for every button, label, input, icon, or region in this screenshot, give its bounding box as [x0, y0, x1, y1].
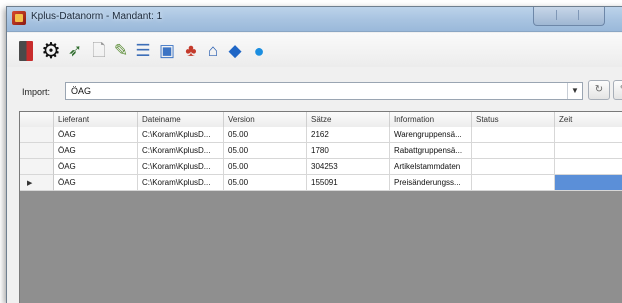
- table-cell[interactable]: 1780: [307, 143, 390, 159]
- table-cell[interactable]: C:\Koram\KplusD...: [138, 143, 224, 159]
- table-cell[interactable]: ÖAG: [54, 175, 138, 191]
- table-cell[interactable]: 05.00: [224, 127, 307, 143]
- column-header-lieferant[interactable]: Lieferant: [54, 112, 138, 127]
- people-icon[interactable]: ♣: [181, 41, 201, 61]
- import-select-value: ÖAG: [71, 86, 92, 96]
- grid-header: Lieferant Dateiname Version Sätze Inform…: [20, 112, 622, 128]
- column-header-dateiname[interactable]: Dateiname: [138, 112, 224, 127]
- table-cell[interactable]: 304253: [307, 159, 390, 175]
- table-cell[interactable]: 05.00: [224, 159, 307, 175]
- chevron-down-icon[interactable]: ▼: [567, 83, 582, 99]
- table-cell[interactable]: Preisänderungss...: [390, 175, 472, 191]
- row-header[interactable]: [20, 159, 54, 175]
- table-cell[interactable]: Rabattgruppensä...: [390, 143, 472, 159]
- column-header-saetze[interactable]: Sätze: [307, 112, 390, 127]
- table-cell[interactable]: Artikelstammdaten: [390, 159, 472, 175]
- column-header-version[interactable]: Version: [224, 112, 307, 127]
- table-cell[interactable]: C:\Koram\KplusD...: [138, 159, 224, 175]
- table-cell[interactable]: [472, 127, 555, 143]
- window-caption-buttons[interactable]: [533, 7, 605, 26]
- edit-pen-icon[interactable]: ✎: [111, 41, 131, 61]
- diamond-icon[interactable]: ◆: [225, 41, 245, 61]
- data-grid: Lieferant Dateiname Version Sätze Inform…: [19, 111, 622, 303]
- table-cell[interactable]: 05.00: [224, 143, 307, 159]
- import-select[interactable]: ÖAG ▼: [65, 82, 583, 100]
- column-header-status[interactable]: Status: [472, 112, 555, 127]
- table-cell-selected[interactable]: [555, 175, 622, 191]
- table-cell[interactable]: [472, 143, 555, 159]
- table-cell[interactable]: C:\Koram\KplusD...: [138, 175, 224, 191]
- list-icon[interactable]: ☰: [133, 41, 153, 61]
- document-icon[interactable]: 🗋: [89, 41, 109, 61]
- table-cell[interactable]: [555, 159, 622, 175]
- table-cell[interactable]: Warengruppensä...: [390, 127, 472, 143]
- app-logo-icon: [12, 11, 26, 25]
- toolbar: ⚙ ➶ 🗋 ✎ ☰ ▣ ♣ ⌂ ◆ ●: [7, 33, 622, 67]
- grid-corner: [20, 112, 54, 127]
- table-cell[interactable]: ÖAG: [54, 159, 138, 175]
- table-cell[interactable]: ÖAG: [54, 143, 138, 159]
- row-header[interactable]: [20, 127, 54, 143]
- table-cell[interactable]: [555, 143, 622, 159]
- import-leaf-icon[interactable]: ➶: [65, 41, 85, 61]
- title-bar: Kplus-Datanorm - Mandant: 1: [7, 7, 622, 32]
- table-cell[interactable]: 05.00: [224, 175, 307, 191]
- gear-icon[interactable]: ⚙: [41, 40, 61, 62]
- column-header-information[interactable]: Information: [390, 112, 472, 127]
- app-window: Kplus-Datanorm - Mandant: 1 ⚙ ➶ 🗋 ✎ ☰ ▣ …: [6, 6, 622, 303]
- table-cell[interactable]: 2162: [307, 127, 390, 143]
- table-cell[interactable]: [555, 127, 622, 143]
- column-header-zeit[interactable]: Zeit: [555, 112, 622, 127]
- row-header-current[interactable]: ▶: [20, 175, 54, 191]
- table-cell[interactable]: C:\Koram\KplusD...: [138, 127, 224, 143]
- window-title: Kplus-Datanorm - Mandant: 1: [31, 11, 163, 22]
- exit-icon[interactable]: [19, 41, 33, 61]
- table-cell[interactable]: ÖAG: [54, 127, 138, 143]
- house-icon[interactable]: ⌂: [203, 41, 223, 61]
- help-icon[interactable]: ●: [249, 41, 269, 61]
- import-label: Import:: [22, 87, 51, 97]
- table-cell[interactable]: [472, 159, 555, 175]
- box-icon[interactable]: ▣: [157, 41, 177, 61]
- import-action-button[interactable]: ↻: [588, 80, 610, 100]
- table-cell[interactable]: [472, 175, 555, 191]
- import-secondary-button[interactable]: ✎: [613, 80, 622, 100]
- current-row-arrow-icon: ▶: [27, 180, 33, 187]
- row-header[interactable]: [20, 143, 54, 159]
- table-cell[interactable]: 155091: [307, 175, 390, 191]
